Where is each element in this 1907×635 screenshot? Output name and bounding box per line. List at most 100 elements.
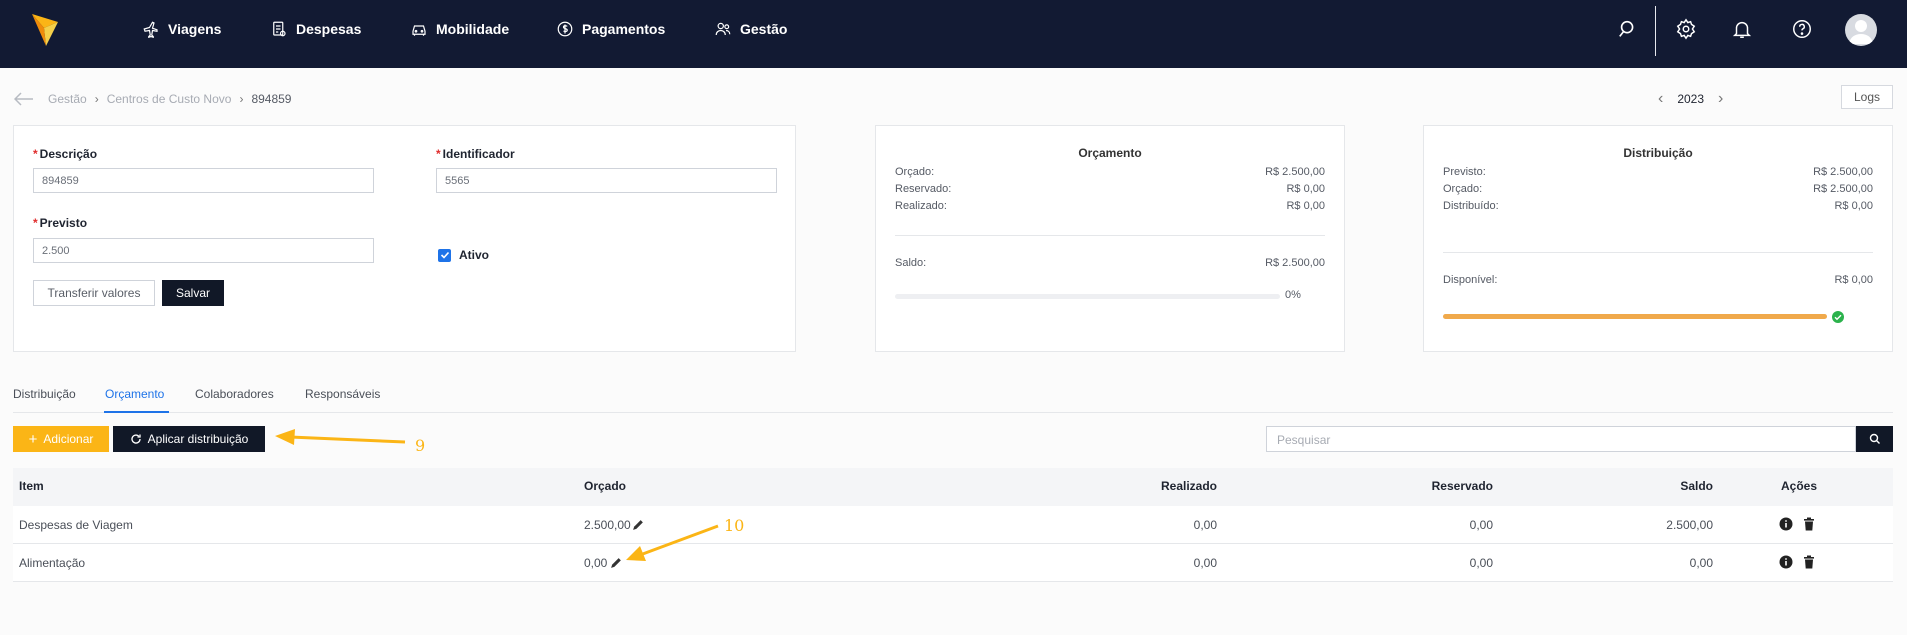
ativo-checkbox-group[interactable]: Ativo [438,248,489,262]
tab-colaboradores[interactable]: Colaboradores [195,387,274,401]
year-value: 2023 [1677,92,1705,106]
annotation-label-10: 10 [724,516,745,535]
nav-mobilidade-label: Mobilidade [436,21,510,37]
header-item: Item [19,479,44,493]
annotation-arrow-9 [275,429,406,445]
distribuicao-row-orcado: Orçado: R$ 2.500,00 [1443,183,1873,195]
orcamento-summary-card: Orçamento Orçado: R$ 2.500,00 Reservado: R… [875,125,1345,352]
arrow-left-icon[interactable] [14,92,34,106]
cell-realizado: 0,00 [1193,556,1217,570]
info-icon[interactable] [1779,555,1793,569]
header-realizado: Realizado [1160,479,1217,493]
annotation-label-9: 9 [415,436,426,455]
previsto-input[interactable]: 2.500 [33,238,374,263]
descricao-input[interactable]: 894859 [33,168,374,193]
distribuicao-row-disponivel: Disponível: R$ 0,00 [1443,274,1873,286]
orcamento-row-realizado: Realizado: R$ 0,00 [895,200,1325,212]
breadcrumb-item-centros[interactable]: Centros de Custo Novo [107,92,232,106]
cell-realizado: 0,00 [1193,518,1217,532]
dollar-icon [557,21,573,37]
cell-reservado: 0,00 [1469,518,1493,532]
ativo-checkbox[interactable] [438,248,451,262]
pencil-icon[interactable] [632,518,645,531]
nav-pagamentos-label: Pagamentos [582,21,666,37]
check-circle-icon [1832,311,1844,323]
divider [895,235,1325,236]
nav-viagens[interactable]: Viagens [142,19,221,39]
salvar-button[interactable]: Salvar [162,280,224,306]
identificador-input[interactable]: 5565 [436,168,777,193]
cell-saldo: 0,00 [1689,556,1713,570]
orcamento-progress-label: 0% [1285,289,1301,301]
aplicar-distribuicao-button[interactable]: Aplicar distribuição [113,426,265,452]
nav-despesas[interactable]: Despesas [270,19,361,39]
search-input[interactable]: Pesquisar [1266,426,1856,452]
nav-mobilidade[interactable]: Mobilidade [410,19,509,39]
chevron-right-icon: › [94,92,99,106]
gear-icon[interactable] [1675,18,1697,40]
topbar-divider [1655,6,1656,56]
cost-center-form-card: * Descrição 894859 * Identificador 5565 * P… [13,125,796,352]
tab-distribuicao[interactable]: Distribuição [13,387,76,401]
top-navbar: Viagens Despesas Mobilidade Pagamentos G… [0,0,1907,68]
orcamento-row-saldo: Saldo: R$ 2.500,00 [895,257,1325,269]
user-icon [1849,20,1873,44]
chevron-right-icon[interactable]: › [1718,90,1723,108]
nav-despesas-label: Despesas [296,21,362,37]
cell-item: Alimentação [19,556,86,570]
nav-pagamentos[interactable]: Pagamentos [556,19,665,39]
nav-viagens-label: Viagens [168,21,222,37]
divider [1443,252,1873,253]
identificador-label: * Identificador [436,147,515,161]
chevron-left-icon[interactable]: ‹ [1658,90,1663,108]
trash-icon[interactable] [1802,517,1816,531]
pencil-icon[interactable] [610,556,623,569]
bell-icon[interactable] [1731,18,1753,40]
cell-orcado: 2.500,00 [584,518,631,532]
distribuicao-progress-fill [1443,314,1827,319]
table-header: Item Orçado Realizado Reservado Saldo Aç… [13,468,1893,506]
avatar[interactable] [1845,14,1877,46]
orcamento-progress-bar [895,294,1280,299]
breadcrumb-item-gestao[interactable]: Gestão [48,92,87,106]
table-row: Despesas de Viagem 2.500,00 0,00 0,00 2.… [13,506,1893,544]
search-button[interactable] [1856,426,1893,452]
plus-icon: + [28,430,38,448]
trash-icon[interactable] [1802,555,1816,569]
search-icon[interactable] [1617,18,1639,40]
adicionar-button[interactable]: + Adicionar [13,426,109,452]
distribuicao-row-previsto: Previsto: R$ 2.500,00 [1443,166,1873,178]
year-navigator: ‹ 2023 › [1658,90,1723,108]
tab-orcamento[interactable]: Orçamento [105,387,164,401]
nav-gestao-label: Gestão [740,21,788,37]
logo[interactable] [30,12,60,48]
check-icon [440,251,449,259]
header-acoes: Ações [1781,479,1818,493]
header-reservado: Reservado [1431,479,1493,493]
orcamento-row-orcado: Orçado: R$ 2.500,00 [895,166,1325,178]
tab-responsaveis[interactable]: Responsáveis [305,387,380,401]
previsto-label: * Previsto [33,216,88,230]
descricao-label: * Descrição [33,147,98,161]
receipt-icon [273,21,286,37]
transferir-valores-button[interactable]: Transferir valores [33,280,155,306]
header-orcado: Orçado [584,479,627,493]
tabs: Distribuição Orçamento Colaboradores Res… [13,384,1893,413]
refresh-icon [131,434,141,444]
distribuicao-title: Distribuição [1623,146,1693,160]
breadcrumb: Gestão › Centros de Custo Novo › 894859 [14,92,291,106]
aplicar-distribuicao-label: Aplicar distribuição [147,432,249,446]
adicionar-label: Adicionar [43,432,94,446]
help-icon[interactable] [1791,18,1813,40]
search-icon [1869,433,1880,444]
cell-saldo: 2.500,00 [1666,518,1713,532]
cell-item: Despesas de Viagem [19,518,133,532]
ativo-label: Ativo [459,248,489,262]
table-row: Alimentação 0,00 0,00 0,00 0,00 [13,544,1893,582]
active-tab-indicator [104,411,169,413]
nav-gestao[interactable]: Gestão [714,19,787,39]
distribuicao-row-distribuido: Distribuído: R$ 0,00 [1443,200,1873,212]
cell-orcado: 0,00 [584,556,608,570]
logs-button[interactable]: Logs [1841,85,1893,109]
info-icon[interactable] [1779,517,1793,531]
